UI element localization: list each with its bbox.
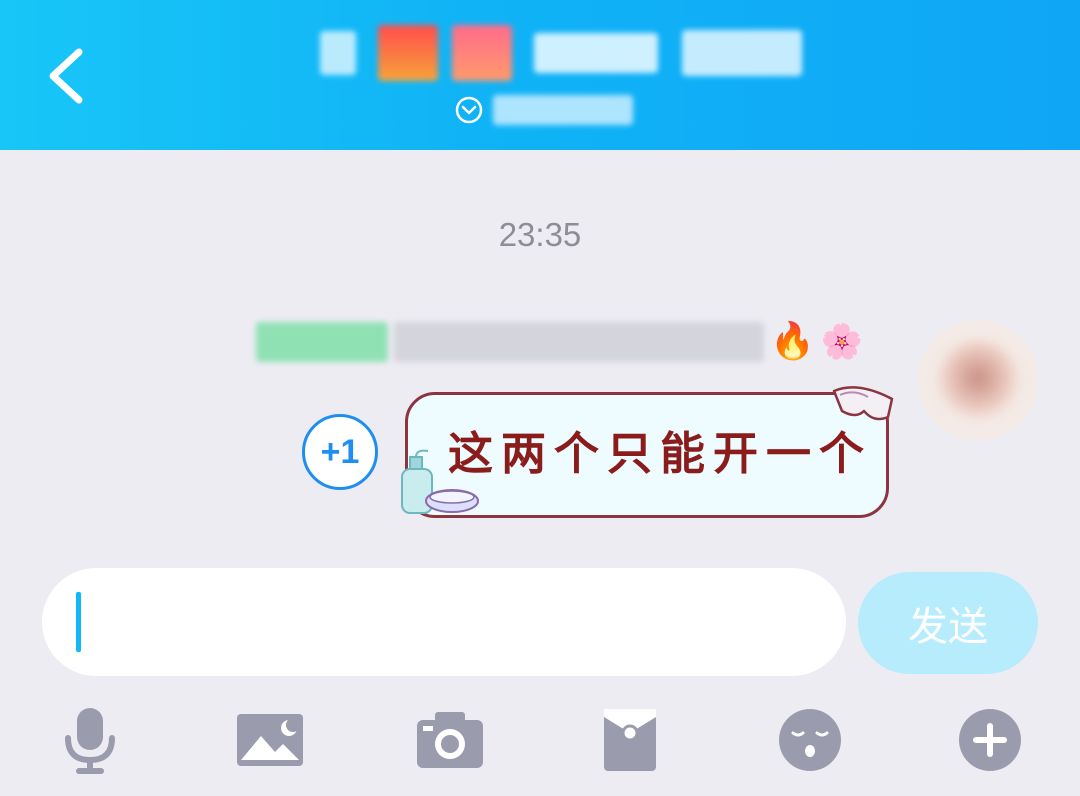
image-icon (237, 714, 303, 766)
chevron-down-circle-icon (455, 96, 483, 124)
voice-button[interactable] (42, 700, 138, 780)
message-bubble[interactable]: 这两个只能开一个 (401, 386, 894, 518)
emoji-button[interactable] (762, 700, 858, 780)
chat-title-redacted[interactable] (320, 20, 820, 86)
sender-name-redacted (394, 322, 764, 362)
image-button[interactable] (222, 700, 318, 780)
sender-name-row: 🔥 🌸 (256, 318, 863, 366)
sender-badge-redacted (256, 322, 388, 362)
plus-circle-icon (959, 709, 1021, 771)
flower-emoji: 🌸 (820, 322, 864, 362)
soap-bottle-icon (401, 449, 479, 514)
subtitle-redacted (493, 95, 633, 125)
sender-avatar[interactable] (918, 320, 1038, 440)
camera-icon (417, 712, 483, 768)
microphone-icon (65, 708, 115, 774)
goggles-icon (832, 386, 894, 421)
emoji-face-icon (779, 709, 841, 771)
chevron-left-icon (49, 48, 83, 104)
message-timestamp: 23:35 (498, 216, 582, 253)
plus-one-button[interactable]: +1 (302, 414, 378, 490)
message-input[interactable] (42, 568, 846, 676)
message-text: 这两个只能开一个 (448, 427, 873, 480)
chat-header (0, 0, 1080, 150)
red-packet-icon (604, 709, 656, 771)
more-button[interactable] (942, 700, 1038, 780)
camera-button[interactable] (402, 700, 498, 780)
chat-subtitle[interactable] (455, 94, 633, 126)
text-caret (76, 592, 81, 652)
send-button[interactable]: 发送 (858, 572, 1038, 674)
red-packet-button[interactable] (582, 700, 678, 780)
back-button[interactable] (30, 38, 100, 114)
fire-emoji: 🔥 (770, 321, 815, 362)
